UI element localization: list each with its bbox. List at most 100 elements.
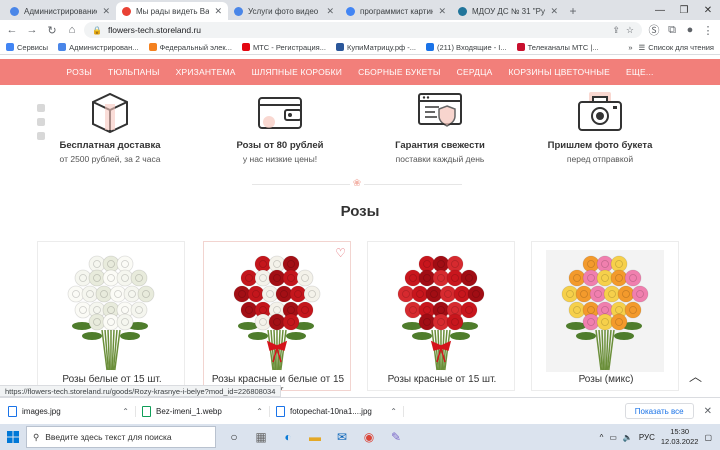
browser-tab[interactable]: Мы рады видеть Вас! ✕: [116, 2, 228, 20]
profile-avatar-icon[interactable]: ●: [682, 22, 698, 38]
bookmark-favicon-icon: [58, 43, 67, 51]
minimize-icon[interactable]: —: [648, 0, 672, 20]
bookmark-label: КупиМатрицу.рф -...: [346, 42, 417, 52]
chrome-icon[interactable]: ◉: [357, 425, 381, 449]
scroll-to-top-icon[interactable]: ︿: [689, 366, 702, 385]
nav-item[interactable]: Сборные букеты: [350, 67, 449, 77]
bookmark-item[interactable]: КупиМатрицу.рф -...: [335, 42, 417, 52]
bookmark-item[interactable]: Администрирован...: [58, 43, 139, 52]
browser-tab[interactable]: программист картинка - ✕: [340, 2, 452, 20]
file-icon: [142, 405, 151, 417]
bouquet-image[interactable]: [218, 250, 336, 372]
browser-tab[interactable]: Услуги фото видео ✕: [228, 2, 340, 20]
reading-list-label: Список для чтения: [648, 42, 714, 52]
close-icon[interactable]: ✕: [696, 0, 720, 20]
feature-photo: Пришлем фото букета перед отправкой: [530, 88, 670, 164]
taskbar-clock[interactable]: 15:30 12.03.2022: [661, 427, 699, 447]
file-explorer-icon[interactable]: ▬: [303, 425, 327, 449]
product-name[interactable]: Розы красные от 15 шт.: [368, 374, 514, 385]
product-card[interactable]: Розы красные от 15 шт.: [367, 241, 515, 391]
product-card[interactable]: Розы (микс): [531, 241, 679, 391]
close-downloads-icon[interactable]: ✕: [704, 406, 712, 417]
network-icon[interactable]: ▭: [609, 433, 617, 442]
window-controls: — ❐ ✕: [648, 0, 720, 20]
chevron-up-icon[interactable]: ⌃: [256, 407, 263, 416]
menu-dots-icon[interactable]: ⋮: [700, 22, 716, 38]
browser-tab[interactable]: Администрирование инт ✕: [4, 2, 116, 20]
section-title: Розы: [340, 203, 380, 220]
nav-item[interactable]: Сердца: [449, 67, 501, 77]
file-icon: [8, 405, 17, 417]
feature-title: Бесплатная доставка: [59, 140, 161, 151]
task-view-icon[interactable]: ○: [222, 425, 246, 449]
feature-title: Пришлем фото букета: [547, 140, 653, 151]
nav-item[interactable]: Хризантема: [168, 67, 244, 77]
volume-icon[interactable]: 🔈: [623, 433, 633, 442]
bookmark-item[interactable]: МТС - Регистрация...: [241, 43, 326, 52]
tab-close-icon[interactable]: ✕: [326, 6, 334, 17]
bookmarks-more-button[interactable]: »: [628, 43, 632, 52]
reload-icon[interactable]: ↻: [44, 22, 60, 38]
bookmark-item[interactable]: Федеральный элек...: [148, 43, 232, 52]
forward-arrow-icon[interactable]: →: [24, 22, 40, 38]
windows-start-icon[interactable]: [0, 424, 26, 450]
bookmark-item[interactable]: Телеканалы МТС |...: [516, 43, 599, 52]
wishlist-heart-icon[interactable]: ♡: [335, 246, 346, 260]
chevron-up-icon[interactable]: ⌃: [122, 407, 129, 416]
paint-icon[interactable]: ✎: [384, 425, 408, 449]
product-card[interactable]: Розы белые от 15 шт.: [37, 241, 185, 391]
flower-ornament-icon: ❀: [352, 177, 362, 189]
new-tab-button[interactable]: +: [564, 2, 582, 20]
product-name[interactable]: Розы (микс): [532, 374, 678, 385]
share-icon[interactable]: ⇪: [612, 25, 620, 36]
mail-icon[interactable]: ✉: [330, 425, 354, 449]
maximize-icon[interactable]: ❐: [672, 0, 696, 20]
bouquet-image[interactable]: [52, 250, 170, 372]
edge-browser-icon[interactable]: ◐: [276, 425, 300, 449]
home-icon[interactable]: ⌂: [64, 22, 80, 38]
tab-close-icon[interactable]: ✕: [214, 6, 222, 17]
system-tray: ^ ▭ 🔈 РУС 15:30 12.03.2022 ▢: [600, 427, 720, 447]
tab-close-icon[interactable]: ✕: [438, 6, 446, 17]
bookmark-item[interactable]: Сервисы: [6, 43, 48, 52]
bookmark-favicon-icon: [516, 43, 525, 51]
tab-favicon-icon: [122, 6, 131, 16]
product-card[interactable]: ♡ Розы красные и белые от 15 шт.: [203, 241, 351, 391]
download-item[interactable]: fotopechat-10na1....jpg ⌃: [276, 405, 404, 417]
browser-tab[interactable]: МДОУ ДС № 31 "Ручеё ✕: [452, 2, 564, 20]
language-indicator[interactable]: РУС: [639, 433, 655, 442]
section-divider: ❀: [252, 178, 462, 188]
bookmark-star-icon[interactable]: ☆: [626, 25, 634, 36]
download-item[interactable]: images.jpg ⌃: [8, 405, 136, 417]
nav-item[interactable]: Тюльпаны: [100, 67, 168, 77]
bookmark-favicon-icon: [426, 43, 435, 51]
address-bar[interactable]: 🔒 flowers-tech.storeland.ru ⇪ ☆: [84, 22, 642, 38]
clock-date: 12.03.2022: [660, 437, 699, 446]
nav-item[interactable]: Корзины цветочные: [500, 67, 617, 77]
taskbar-search-input[interactable]: ⚲ Введите здесь текст для поиска: [26, 426, 216, 448]
nav-item[interactable]: Шляпные коробки: [244, 67, 351, 77]
back-arrow-icon[interactable]: ←: [4, 22, 20, 38]
notifications-icon[interactable]: ▢: [704, 433, 712, 442]
bouquet-image[interactable]: [546, 250, 664, 372]
tab-close-icon[interactable]: ✕: [102, 6, 110, 17]
nav-item[interactable]: Еще...: [618, 67, 662, 77]
browser-toolbar: ← → ↻ ⌂ 🔒 flowers-tech.storeland.ru ⇪ ☆ …: [0, 20, 720, 40]
widgets-icon[interactable]: ▦: [249, 425, 273, 449]
product-name[interactable]: Розы белые от 15 шт.: [38, 374, 184, 385]
show-all-downloads-button[interactable]: Показать все: [624, 403, 694, 419]
bouquet-image[interactable]: [382, 250, 500, 372]
download-item[interactable]: Bez-imeni_1.webp ⌃: [142, 405, 270, 417]
puzzle-icon[interactable]: ⧉: [664, 22, 680, 38]
box-icon: [85, 88, 135, 138]
address-url[interactable]: flowers-tech.storeland.ru: [108, 25, 606, 35]
bookmark-item[interactable]: (211) Входящие - I...: [426, 43, 507, 52]
extension-icon[interactable]: Ⓢ: [646, 22, 662, 38]
lock-icon[interactable]: 🔒: [92, 26, 102, 35]
tab-close-icon[interactable]: ✕: [550, 6, 558, 17]
feature-subtitle: перед отправкой: [566, 154, 634, 164]
tray-chevron-icon[interactable]: ^: [600, 433, 604, 442]
chevron-up-icon[interactable]: ⌃: [390, 407, 397, 416]
nav-item[interactable]: Розы: [58, 67, 100, 77]
reading-list-button[interactable]: ☰ Список для чтения: [639, 43, 715, 52]
